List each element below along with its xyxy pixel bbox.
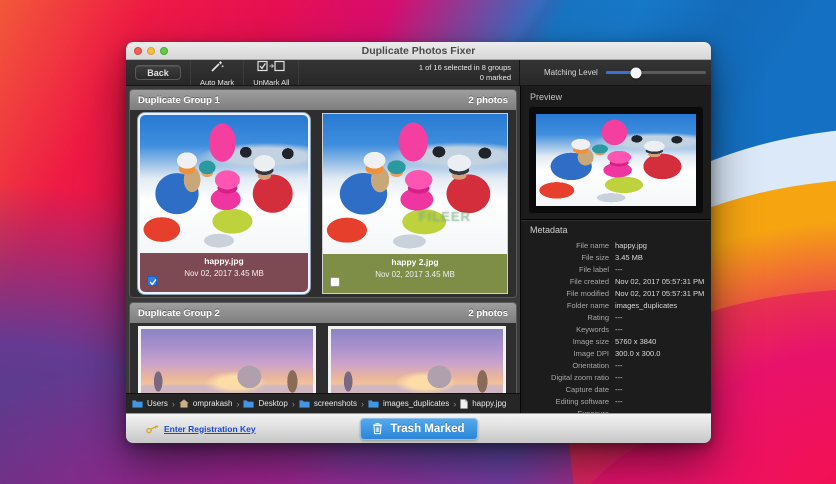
- window-title: Duplicate Photos Fixer: [126, 45, 711, 57]
- back-button[interactable]: Back: [135, 65, 181, 80]
- breadcrumb-images-duplicates[interactable]: images_duplicates: [368, 399, 449, 408]
- photo-thumbnail-venice-1[interactable]: [138, 326, 316, 393]
- metadata-section: Metadata File namehappy.jpg File size3.4…: [521, 219, 711, 413]
- breadcrumb: Users › omprakash › Desktop ›: [126, 393, 520, 413]
- breadcrumb-separator: ›: [292, 399, 295, 409]
- toolbar-divider: [298, 60, 299, 85]
- venice-sunset-photo: [141, 329, 313, 393]
- photo-thumbnail-venice-2[interactable]: [328, 326, 506, 393]
- photo-date-size: Nov 02, 2017 3.45 MB: [140, 269, 308, 278]
- group-1-count: 2 photos: [468, 95, 508, 106]
- metadata-label: Metadata: [521, 225, 711, 235]
- metadata-row: File namehappy.jpg: [521, 239, 711, 251]
- folder-icon: [299, 399, 310, 408]
- folder-icon: [368, 399, 379, 408]
- matching-level-label: Matching Level: [544, 68, 598, 77]
- app-window: Duplicate Photos Fixer Back Auto Mark: [126, 42, 711, 443]
- auto-mark-button[interactable]: Auto Mark: [191, 60, 243, 85]
- metadata-row: File label---: [521, 263, 711, 275]
- ski-selfie-photo: [323, 114, 507, 254]
- photo-caption: happy.jpg Nov 02, 2017 3.45 MB: [140, 253, 308, 292]
- metadata-rows[interactable]: File namehappy.jpg File size3.45 MB File…: [521, 239, 711, 413]
- matching-level-section: Matching Level: [520, 60, 711, 85]
- trash-icon: [372, 422, 383, 435]
- photo-filename: happy 2.jpg: [323, 257, 507, 267]
- trash-marked-button[interactable]: Trash Marked: [360, 418, 478, 440]
- preview-label: Preview: [521, 86, 711, 102]
- desktop: Duplicate Photos Fixer Back Auto Mark: [0, 0, 836, 484]
- file-icon: [460, 399, 468, 409]
- key-icon: [146, 424, 159, 434]
- folder-icon: [132, 399, 143, 408]
- group-2-photos: [130, 323, 516, 393]
- unmark-all-button[interactable]: UnMark All: [244, 60, 298, 85]
- group-1-header[interactable]: Duplicate Group 1 2 photos: [130, 90, 516, 110]
- preview-image: [536, 114, 696, 206]
- photo-image: [140, 115, 308, 253]
- title-bar[interactable]: Duplicate Photos Fixer: [126, 42, 711, 60]
- trash-marked-label: Trash Marked: [390, 423, 464, 435]
- breadcrumb-separator: ›: [172, 399, 175, 409]
- footer-bar: Enter Registration Key Trash Marked: [126, 413, 711, 443]
- matching-level-slider[interactable]: [606, 71, 706, 74]
- photo-thumbnail-happy2[interactable]: FILEER happy 2.jpg Nov 02, 2017 3.45 MB: [322, 113, 508, 294]
- mark-checkbox-checked[interactable]: [147, 276, 157, 286]
- breadcrumb-users[interactable]: Users: [132, 399, 168, 408]
- metadata-row: Image size5760 x 3840: [521, 335, 711, 347]
- breadcrumb-desktop[interactable]: Desktop: [243, 399, 287, 408]
- preview-frame: [529, 107, 703, 213]
- metadata-row: Folder nameimages_duplicates: [521, 299, 711, 311]
- metadata-row: Image DPI300.0 x 300.0: [521, 347, 711, 359]
- ski-selfie-photo: [140, 115, 308, 253]
- metadata-row: File createdNov 02, 2017 05:57:31 PM: [521, 275, 711, 287]
- detail-pane: Preview Metadata File namehappy.jpg File…: [520, 86, 711, 413]
- venice-sunset-photo: [331, 329, 503, 393]
- selection-count-text: 1 of 16 selected in 8 groups: [419, 63, 511, 73]
- breadcrumb-omprakash[interactable]: omprakash: [179, 399, 233, 408]
- group-1-title: Duplicate Group 1: [138, 95, 220, 106]
- enter-registration-key-link[interactable]: Enter Registration Key: [164, 424, 256, 434]
- breadcrumb-separator: ›: [236, 399, 239, 409]
- metadata-row: File modifiedNov 02, 2017 05:57:31 PM: [521, 287, 711, 299]
- group-2-title: Duplicate Group 2: [138, 308, 220, 319]
- photo-caption: happy 2.jpg Nov 02, 2017 3.45 MB: [323, 254, 507, 293]
- unmark-checkbox-icon: [257, 59, 285, 77]
- duplicate-group-2: Duplicate Group 2 2 photos: [129, 302, 517, 393]
- magic-wand-icon: [210, 59, 224, 77]
- metadata-row: Editing software---: [521, 395, 711, 407]
- metadata-row: Capture date---: [521, 383, 711, 395]
- duplicates-pane: Duplicate Group 1 2 photos happy.jpg No: [126, 86, 520, 413]
- breadcrumb-screenshots[interactable]: screenshots: [299, 399, 357, 408]
- registration-link-wrap[interactable]: Enter Registration Key: [146, 424, 256, 434]
- metadata-row: Keywords---: [521, 323, 711, 335]
- folder-icon: [243, 399, 254, 408]
- selection-summary: 1 of 16 selected in 8 groups 0 marked: [419, 63, 519, 83]
- slider-thumb[interactable]: [630, 67, 641, 78]
- breadcrumb-separator: ›: [361, 399, 364, 409]
- home-icon: [179, 399, 189, 408]
- toolbar: Back Auto Mark UnMark All 1: [126, 60, 711, 86]
- group-2-header[interactable]: Duplicate Group 2 2 photos: [130, 303, 516, 323]
- breadcrumb-separator: ›: [453, 399, 456, 409]
- metadata-row: Rating---: [521, 311, 711, 323]
- stock-watermark: FILEER: [419, 209, 471, 224]
- metadata-row: File size3.45 MB: [521, 251, 711, 263]
- duplicate-group-1: Duplicate Group 1 2 photos happy.jpg No: [129, 89, 517, 298]
- photo-image: FILEER: [323, 114, 507, 254]
- group-1-photos: happy.jpg Nov 02, 2017 3.45 MB: [130, 110, 516, 297]
- breadcrumb-happy-jpg[interactable]: happy.jpg: [460, 399, 506, 409]
- metadata-row: Orientation---: [521, 359, 711, 371]
- main-content: Duplicate Group 1 2 photos happy.jpg No: [126, 86, 711, 413]
- group-2-count: 2 photos: [468, 308, 508, 319]
- marked-count-text: 0 marked: [419, 73, 511, 83]
- photo-thumbnail-happy[interactable]: happy.jpg Nov 02, 2017 3.45 MB: [138, 113, 310, 294]
- mark-checkbox-unchecked[interactable]: [330, 277, 340, 287]
- metadata-row: Digital zoom ratio---: [521, 371, 711, 383]
- toolbar-left: Back Auto Mark UnMark All 1: [126, 60, 520, 85]
- photo-filename: happy.jpg: [140, 256, 308, 266]
- photo-date-size: Nov 02, 2017 3.45 MB: [323, 270, 507, 279]
- groups-list[interactable]: Duplicate Group 1 2 photos happy.jpg No: [129, 89, 517, 393]
